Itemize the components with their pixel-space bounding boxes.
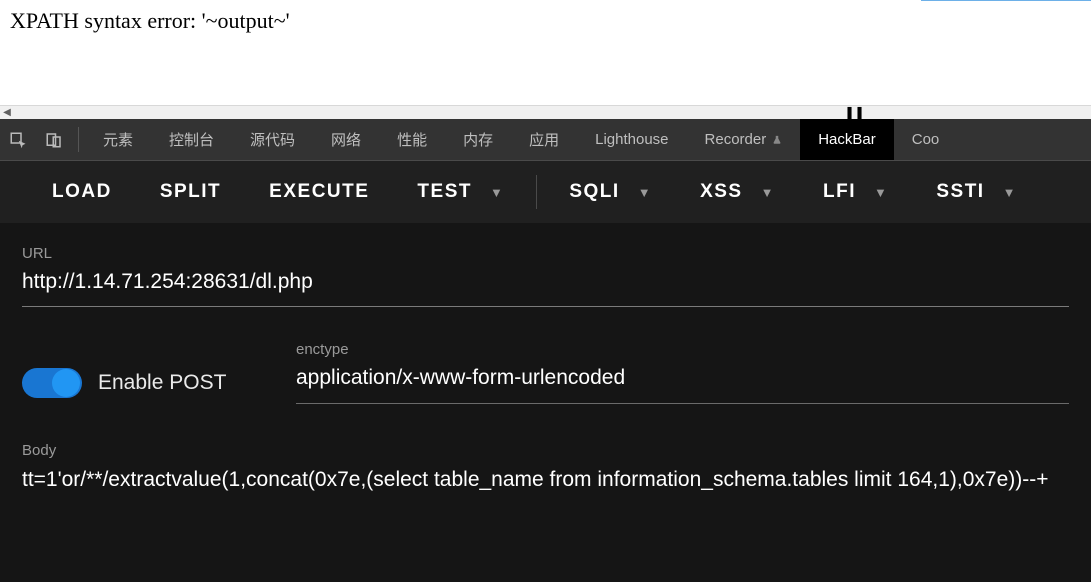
devtools-panel: 元素 控制台 源代码 网络 性能 内存 应用 Lighthouse Record… — [0, 119, 1091, 582]
test-dropdown[interactable]: TEST ▼ — [393, 161, 528, 223]
tab-network[interactable]: 网络 — [313, 119, 379, 160]
enctype-field-wrap: enctype application/x-www-form-urlencode… — [296, 341, 1069, 407]
enable-post-wrap: Enable POST — [22, 368, 262, 408]
devtools-tabs: 元素 控制台 源代码 网络 性能 内存 应用 Lighthouse Record… — [0, 119, 1091, 161]
post-row: Enable POST enctype application/x-www-fo… — [22, 341, 1069, 407]
horizontal-scrollbar[interactable]: ◀ ❚❚ — [0, 105, 1091, 119]
hackbar-toolbar: LOAD SPLIT EXECUTE TEST ▼ SQLI ▼ XSS ▼ L… — [0, 161, 1091, 223]
tab-performance[interactable]: 性能 — [379, 119, 445, 160]
url-label: URL — [22, 245, 1069, 262]
scroll-left-icon[interactable]: ◀ — [0, 107, 14, 119]
tab-console[interactable]: 控制台 — [151, 119, 232, 160]
inspect-element-icon[interactable] — [0, 119, 36, 160]
enable-post-label: Enable POST — [98, 371, 226, 395]
scroll-track[interactable]: ❚❚ — [14, 107, 1091, 119]
tab-memory[interactable]: 内存 — [445, 119, 511, 160]
tab-sources[interactable]: 源代码 — [232, 119, 313, 160]
enable-post-toggle[interactable] — [22, 368, 82, 398]
xss-dropdown[interactable]: XSS ▼ — [676, 161, 799, 223]
body-field-wrap: Body tt=1'or/**/extractvalue(1,concat(0x… — [22, 442, 1069, 497]
lfi-label: LFI — [823, 181, 856, 203]
ssti-label: SSTI — [936, 181, 984, 203]
tab-cookies[interactable]: Coo — [894, 119, 946, 160]
tab-application[interactable]: 应用 — [511, 119, 577, 160]
hyperlink-underline — [921, 0, 1091, 1]
separator — [536, 175, 537, 209]
tab-hackbar[interactable]: HackBar — [800, 119, 894, 160]
flask-icon — [772, 135, 782, 145]
sqli-dropdown[interactable]: SQLI ▼ — [545, 161, 676, 223]
url-input[interactable]: http://1.14.71.254:28631/dl.php — [22, 266, 1069, 307]
sqli-label: SQLI — [569, 181, 619, 203]
body-input[interactable]: tt=1'or/**/extractvalue(1,concat(0x7e,(s… — [22, 463, 1069, 497]
chevron-down-icon: ▼ — [874, 185, 888, 200]
xss-label: XSS — [700, 181, 743, 203]
tab-lighthouse[interactable]: Lighthouse — [577, 119, 686, 160]
lfi-dropdown[interactable]: LFI ▼ — [799, 161, 912, 223]
tab-elements[interactable]: 元素 — [85, 119, 151, 160]
tab-recorder-label: Recorder — [705, 131, 767, 148]
chevron-down-icon: ▼ — [638, 185, 652, 200]
chevron-down-icon: ▼ — [1003, 185, 1017, 200]
page-content: XPATH syntax error: '~output~' — [0, 0, 1091, 105]
ssti-dropdown[interactable]: SSTI ▼ — [912, 161, 1041, 223]
split-button[interactable]: SPLIT — [136, 161, 245, 223]
chevron-down-icon: ▼ — [490, 185, 504, 200]
url-field-wrap: URL http://1.14.71.254:28631/dl.php — [22, 245, 1069, 307]
tab-recorder[interactable]: Recorder — [687, 119, 801, 160]
chevron-down-icon: ▼ — [761, 185, 775, 200]
load-button[interactable]: LOAD — [28, 161, 136, 223]
hackbar-panel: URL http://1.14.71.254:28631/dl.php Enab… — [0, 223, 1091, 582]
execute-button[interactable]: EXECUTE — [245, 161, 393, 223]
error-text: XPATH syntax error: '~output~' — [10, 8, 290, 33]
toggle-knob — [52, 369, 80, 397]
test-label: TEST — [417, 181, 472, 203]
dock-handle-icon: ❚❚ — [845, 103, 865, 121]
device-toggle-icon[interactable] — [36, 119, 72, 160]
body-label: Body — [22, 442, 1069, 459]
enctype-select[interactable]: application/x-www-form-urlencoded — [296, 362, 1069, 403]
separator — [78, 127, 79, 152]
enctype-label: enctype — [296, 341, 1069, 358]
